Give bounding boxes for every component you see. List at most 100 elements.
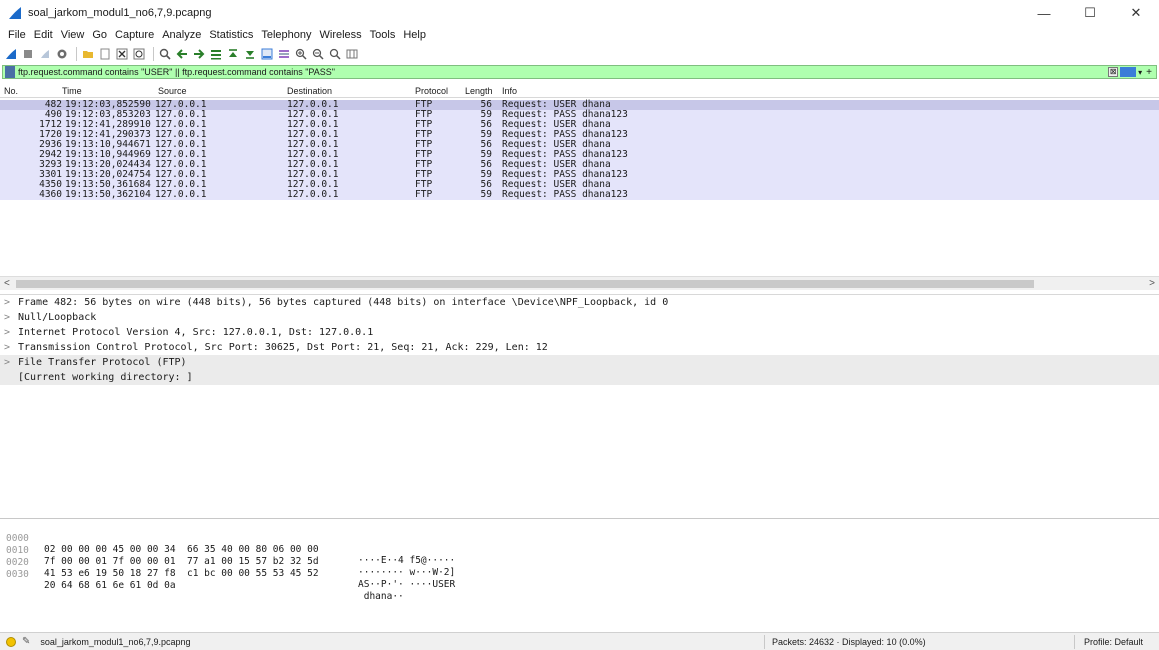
bytes-ascii: AS··P·'· ····USER bbox=[358, 579, 456, 590]
packet-source: 127.0.0.1 bbox=[155, 189, 207, 200]
maximize-button[interactable]: ☐ bbox=[1067, 0, 1113, 26]
bytes-offset: 0030 bbox=[6, 569, 29, 580]
packet-protocol: FTP bbox=[415, 189, 433, 200]
detail-cwd[interactable]: [Current working directory: ] bbox=[0, 370, 1159, 385]
expand-arrow-icon[interactable]: > bbox=[4, 295, 18, 310]
menu-telephony[interactable]: Telephony bbox=[257, 29, 315, 41]
menu-wireless[interactable]: Wireless bbox=[316, 29, 366, 41]
display-filter-bar: ftp.request.command contains "USER" || f… bbox=[2, 65, 1157, 79]
scrollbar-thumb[interactable] bbox=[16, 280, 1034, 288]
column-protocol[interactable]: Protocol bbox=[415, 86, 448, 96]
status-packets: Packets: 24632 · Displayed: 10 (0.0%) bbox=[772, 637, 926, 647]
packet-row[interactable]: 4360 19:13:50,362104 127.0.0.1 127.0.0.1… bbox=[0, 190, 1159, 200]
detail-ipv4[interactable]: > Internet Protocol Version 4, Src: 127.0… bbox=[0, 325, 1159, 340]
packet-destination: 127.0.0.1 bbox=[287, 189, 339, 200]
detail-text: [Current working directory: ] bbox=[18, 372, 193, 383]
window-title: soal_jarkom_modul1_no6,7,9.pcapng bbox=[28, 7, 212, 19]
column-source[interactable]: Source bbox=[158, 86, 187, 96]
expand-arrow-icon[interactable]: > bbox=[4, 310, 18, 325]
zoom-in-icon[interactable] bbox=[294, 47, 308, 61]
status-bar: ✎ soal_jarkom_modul1_no6,7,9.pcapng Pack… bbox=[0, 632, 1159, 650]
menu-go[interactable]: Go bbox=[88, 29, 111, 41]
bytes-row[interactable]: 0000 02 00 00 00 45 00 00 34 66 35 40 00… bbox=[0, 522, 1159, 566]
add-filter-button[interactable]: + bbox=[1146, 67, 1152, 78]
filter-bookmark-icon[interactable] bbox=[5, 66, 15, 78]
detail-ftp[interactable]: > File Transfer Protocol (FTP) bbox=[0, 355, 1159, 370]
display-filter-input[interactable]: ftp.request.command contains "USER" || f… bbox=[18, 67, 1108, 77]
go-first-packet-icon[interactable] bbox=[226, 47, 240, 61]
detail-tcp[interactable]: > Transmission Control Protocol, Src Port… bbox=[0, 340, 1159, 355]
menu-capture[interactable]: Capture bbox=[111, 29, 158, 41]
go-forward-icon[interactable] bbox=[192, 47, 206, 61]
stop-capture-icon[interactable] bbox=[21, 47, 35, 61]
detail-null-loopback[interactable]: > Null/Loopback bbox=[0, 310, 1159, 325]
expand-arrow-icon[interactable]: > bbox=[4, 325, 18, 340]
toolbar-separator bbox=[153, 47, 154, 61]
bytes-row[interactable]: 0010 7f 00 00 01 7f 00 00 01 77 a1 00 15… bbox=[0, 534, 1159, 578]
menu-file[interactable]: File bbox=[4, 29, 30, 41]
column-length[interactable]: Length bbox=[465, 86, 493, 96]
packet-list: No. Time Source Destination Protocol Len… bbox=[0, 84, 1159, 276]
reload-file-icon[interactable] bbox=[132, 47, 146, 61]
scroll-left-arrow[interactable]: < bbox=[4, 278, 10, 289]
find-packet-icon[interactable] bbox=[158, 47, 172, 61]
wireshark-fin-icon bbox=[9, 7, 21, 19]
column-time[interactable]: Time bbox=[62, 86, 82, 96]
start-capture-icon[interactable] bbox=[4, 47, 18, 61]
packet-info: Request: PASS dhana123 bbox=[502, 189, 628, 200]
go-last-packet-icon[interactable] bbox=[243, 47, 257, 61]
autoscroll-icon[interactable] bbox=[260, 47, 274, 61]
expand-arrow-icon[interactable]: > bbox=[4, 340, 18, 355]
menu-tools[interactable]: Tools bbox=[366, 29, 400, 41]
menu-view[interactable]: View bbox=[57, 29, 89, 41]
status-separator bbox=[764, 635, 765, 649]
menu-edit[interactable]: Edit bbox=[30, 29, 57, 41]
resize-columns-icon[interactable] bbox=[345, 47, 359, 61]
detail-text: Internet Protocol Version 4, Src: 127.0.… bbox=[18, 327, 374, 338]
column-destination[interactable]: Destination bbox=[287, 86, 332, 96]
menu-statistics[interactable]: Statistics bbox=[205, 29, 257, 41]
status-separator bbox=[1074, 635, 1075, 649]
menu-bar: File Edit View Go Capture Analyze Statis… bbox=[0, 26, 430, 44]
bytes-row[interactable]: 0020 41 53 e6 19 50 18 27 f8 c1 bc 00 00… bbox=[0, 546, 1159, 590]
normal-size-icon[interactable] bbox=[328, 47, 342, 61]
detail-text: Null/Loopback bbox=[18, 312, 97, 323]
detail-text: File Transfer Protocol (FTP) bbox=[18, 357, 187, 368]
packet-details: > Frame 482: 56 bytes on wire (448 bits),… bbox=[0, 294, 1159, 514]
detail-text: Frame 482: 56 bytes on wire (448 bits), … bbox=[18, 297, 669, 308]
clear-filter-icon[interactable]: ⊠ bbox=[1108, 67, 1119, 77]
bytes-row[interactable]: 0030 20 64 68 61 6e 61 0d 0a dhana·· bbox=[0, 558, 1159, 602]
packet-no: 4360 bbox=[39, 189, 62, 200]
status-profile[interactable]: Profile: Default bbox=[1084, 637, 1143, 647]
minimize-button[interactable]: — bbox=[1021, 0, 1067, 26]
open-file-icon[interactable] bbox=[81, 47, 95, 61]
go-to-packet-icon[interactable] bbox=[209, 47, 223, 61]
status-file-name: soal_jarkom_modul1_no6,7,9.pcapng bbox=[40, 636, 191, 647]
close-file-icon[interactable] bbox=[115, 47, 129, 61]
title-bar: soal_jarkom_modul1_no6,7,9.pcapng — ☐ ✕ bbox=[0, 0, 1159, 26]
capture-options-icon[interactable] bbox=[55, 47, 69, 61]
column-no[interactable]: No. bbox=[4, 86, 18, 96]
filter-history-dropdown[interactable]: ▾ bbox=[1138, 68, 1142, 77]
close-button[interactable]: ✕ bbox=[1113, 0, 1159, 26]
detail-frame[interactable]: > Frame 482: 56 bytes on wire (448 bits),… bbox=[0, 295, 1159, 310]
restart-capture-icon[interactable] bbox=[38, 47, 52, 61]
bytes-hex: 41 53 e6 19 50 18 27 f8 c1 bc 00 00 55 5… bbox=[44, 568, 319, 579]
expand-arrow-icon[interactable]: > bbox=[4, 355, 18, 370]
expert-info-led-icon[interactable] bbox=[6, 636, 16, 647]
go-back-icon[interactable] bbox=[175, 47, 189, 61]
apply-filter-icon[interactable] bbox=[1120, 67, 1137, 77]
menu-analyze[interactable]: Analyze bbox=[158, 29, 205, 41]
packet-list-header: No. Time Source Destination Protocol Len… bbox=[0, 84, 1159, 98]
save-file-icon[interactable] bbox=[98, 47, 112, 61]
menu-help[interactable]: Help bbox=[399, 29, 430, 41]
edit-comment-icon[interactable]: ✎ bbox=[22, 636, 30, 647]
packet-length: 59 bbox=[480, 189, 492, 200]
scroll-right-arrow[interactable]: > bbox=[1149, 278, 1155, 289]
column-info[interactable]: Info bbox=[502, 86, 517, 96]
zoom-out-icon[interactable] bbox=[311, 47, 325, 61]
colorize-icon[interactable] bbox=[277, 47, 291, 61]
main-toolbar bbox=[0, 45, 362, 63]
packet-list-hscrollbar[interactable]: < > bbox=[0, 276, 1159, 290]
filter-tools: ⊠ ▾ + bbox=[1108, 67, 1152, 78]
